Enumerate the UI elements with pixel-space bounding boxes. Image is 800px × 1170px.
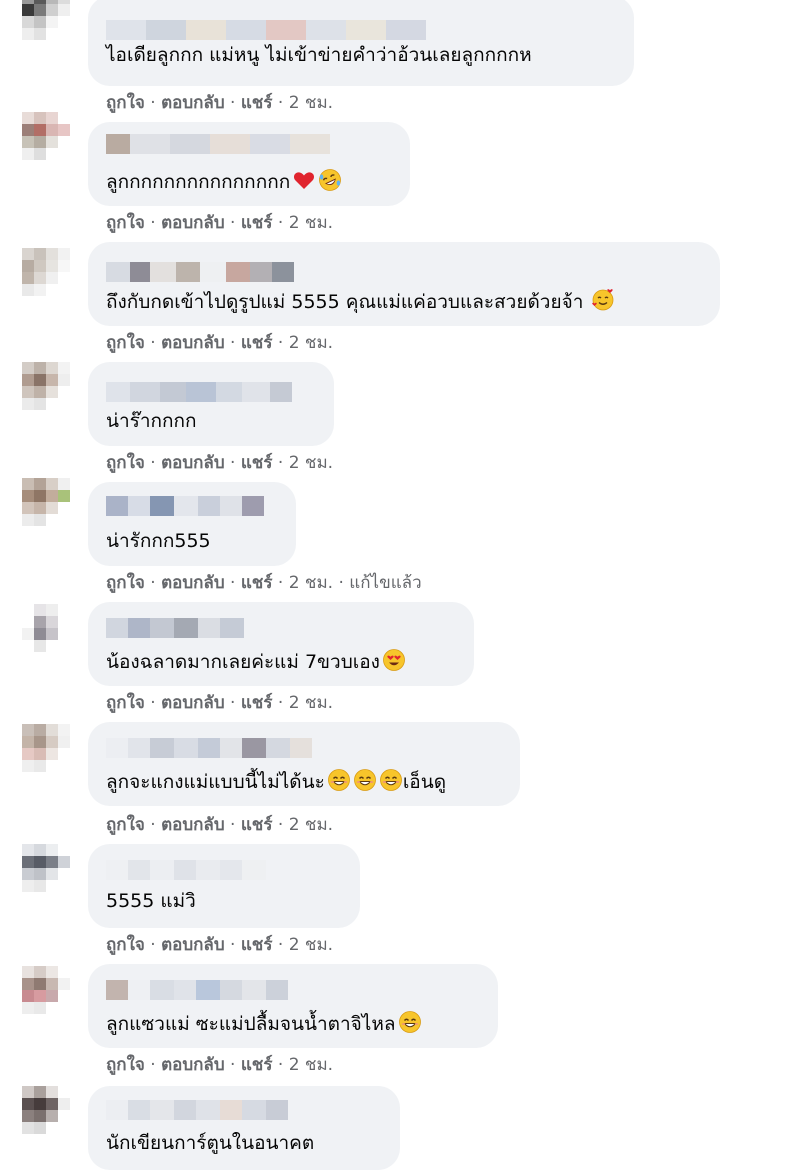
share-button[interactable]: แชร์ (241, 693, 273, 713)
like-button[interactable]: ถูกใจ (106, 1055, 145, 1075)
comment-text: นักเขียนการ์ตูนในอนาคต (106, 1132, 315, 1154)
heart-eyes-face-icon (383, 649, 405, 671)
reply-button[interactable]: ตอบกลับ (161, 213, 225, 233)
avatar[interactable] (22, 844, 70, 892)
timestamp[interactable]: 2 ชม. (289, 693, 333, 713)
comment-actions: ถูกใจ · ตอบกลับ · แชร์ · 2 ชม. (106, 1055, 334, 1075)
like-button[interactable]: ถูกใจ (106, 573, 145, 593)
comment-bubble: น้องฉลาดมากเลยค่ะแม่ 7ขวบเอง (88, 602, 474, 686)
avatar[interactable] (22, 112, 70, 160)
commenter-name[interactable] (106, 618, 244, 638)
comment-bubble: ลูกจะแกงแม่แบบนี้ไม่ได้นะ เอ็นดู (88, 722, 520, 806)
comment-text: ไอเดียลูกกก แม่หนู ไม่เข้าข่ายคำว่าอ้วนเ… (106, 44, 532, 66)
reply-button[interactable]: ตอบกลับ (161, 453, 225, 473)
comment-bubble: ลูกกกกกกกกกกกกกกก (88, 122, 410, 206)
timestamp[interactable]: 2 ชม. (289, 453, 333, 473)
comment-actions: ถูกใจ · ตอบกลับ · แชร์ · 2 ชม. (106, 333, 334, 353)
edited-label[interactable]: แก้ไขแล้ว (349, 573, 421, 593)
like-button[interactable]: ถูกใจ (106, 453, 145, 473)
comment-text: ลูกจะแกงแม่แบบนี้ไม่ได้นะ เอ็นดู (106, 768, 446, 795)
comment-text: น่าร๊ากกกก (106, 410, 197, 432)
heart-icon (294, 172, 315, 189)
reply-button[interactable]: ตอบกลับ (161, 1055, 225, 1075)
like-button[interactable]: ถูกใจ (106, 935, 145, 955)
share-button[interactable]: แชร์ (241, 935, 273, 955)
share-button[interactable]: แชร์ (241, 213, 273, 233)
comment-actions: ถูกใจ · ตอบกลับ · แชร์ · 2 ชม. (106, 453, 334, 473)
comment-actions: ถูกใจ · ตอบกลับ · แชร์ · 2 ชม. (106, 815, 334, 835)
comment-bubble: ลูกแซวแม่ ซะแม่ปลื้มจนน้ำตาจิไหล (88, 964, 498, 1048)
comment-text: ลูกกกกกกกกกกกกกกก (106, 168, 342, 195)
comment-bubble: 5555 แม่วิ (88, 844, 360, 928)
commenter-name[interactable] (106, 860, 266, 880)
smiling-face-icon (353, 769, 376, 791)
smiling-face-icon (398, 1011, 421, 1033)
commenter-name[interactable] (106, 20, 426, 40)
comment-bubble: ไอเดียลูกกก แม่หนู ไม่เข้าข่ายคำว่าอ้วนเ… (88, 0, 634, 86)
avatar[interactable] (22, 248, 70, 296)
smiling-face-icon (327, 769, 350, 791)
comment-bubble: น่าร๊ากกกก (88, 362, 334, 446)
comment-actions: ถูกใจ · ตอบกลับ · แชร์ · 2 ชม. (106, 93, 334, 113)
reply-button[interactable]: ตอบกลับ (161, 333, 225, 353)
share-button[interactable]: แชร์ (241, 93, 273, 113)
commenter-name[interactable] (106, 134, 330, 154)
smiling-face-icon (379, 769, 402, 791)
avatar[interactable] (22, 0, 70, 40)
smiling-face-with-hearts-icon (592, 289, 614, 311)
commenter-name[interactable] (106, 980, 288, 1000)
commenter-name[interactable] (106, 382, 292, 402)
share-button[interactable]: แชร์ (241, 573, 273, 593)
like-button[interactable]: ถูกใจ (106, 693, 145, 713)
like-button[interactable]: ถูกใจ (106, 815, 145, 835)
timestamp[interactable]: 2 ชม. (289, 573, 333, 593)
comment-text: ลูกแซวแม่ ซะแม่ปลื้มจนน้ำตาจิไหล (106, 1010, 422, 1037)
commenter-name[interactable] (106, 496, 264, 516)
comment-actions: ถูกใจ · ตอบกลับ · แชร์ · 2 ชม. (106, 935, 334, 955)
avatar[interactable] (22, 966, 70, 1014)
timestamp[interactable]: 2 ชม. (289, 333, 333, 353)
reply-button[interactable]: ตอบกลับ (161, 693, 225, 713)
comment-actions: ถูกใจ · ตอบกลับ · แชร์ · 2 ชม. · แก้ไขแล… (106, 573, 422, 593)
reply-button[interactable]: ตอบกลับ (161, 935, 225, 955)
comment-bubble: ถึงกับกดเข้าไปดูรูปแม่ 5555 คุณแม่แค่อวบ… (88, 242, 720, 326)
comment-actions: ถูกใจ · ตอบกลับ · แชร์ · 2 ชม. (106, 693, 334, 713)
share-button[interactable]: แชร์ (241, 453, 273, 473)
timestamp[interactable]: 2 ชม. (289, 93, 333, 113)
timestamp[interactable]: 2 ชม. (289, 213, 333, 233)
commenter-name[interactable] (106, 262, 294, 282)
commenter-name[interactable] (106, 738, 312, 758)
avatar[interactable] (22, 604, 70, 652)
comment-text: น้องฉลาดมากเลยค่ะแม่ 7ขวบเอง (106, 648, 406, 675)
avatar[interactable] (22, 1086, 70, 1134)
comment-text: 5555 แม่วิ (106, 890, 196, 912)
avatar[interactable] (22, 362, 70, 410)
timestamp[interactable]: 2 ชม. (289, 815, 333, 835)
reply-button[interactable]: ตอบกลับ (161, 815, 225, 835)
share-button[interactable]: แชร์ (241, 815, 273, 835)
timestamp[interactable]: 2 ชม. (289, 1055, 333, 1075)
share-button[interactable]: แชร์ (241, 333, 273, 353)
like-button[interactable]: ถูกใจ (106, 213, 145, 233)
comment-bubble: น่ารักกก555 (88, 482, 296, 566)
comment-bubble: นักเขียนการ์ตูนในอนาคต (88, 1086, 400, 1170)
share-button[interactable]: แชร์ (241, 1055, 273, 1075)
rofl-face-icon (319, 169, 342, 191)
timestamp[interactable]: 2 ชม. (289, 935, 333, 955)
comment-actions: ถูกใจ · ตอบกลับ · แชร์ · 2 ชม. (106, 213, 334, 233)
like-button[interactable]: ถูกใจ (106, 333, 145, 353)
comment-text: ถึงกับกดเข้าไปดูรูปแม่ 5555 คุณแม่แค่อวบ… (106, 288, 615, 315)
commenter-name[interactable] (106, 1100, 288, 1120)
reply-button[interactable]: ตอบกลับ (161, 573, 225, 593)
like-button[interactable]: ถูกใจ (106, 93, 145, 113)
avatar[interactable] (22, 478, 70, 526)
avatar[interactable] (22, 724, 70, 772)
comment-text: น่ารักกก555 (106, 530, 211, 552)
reply-button[interactable]: ตอบกลับ (161, 93, 225, 113)
